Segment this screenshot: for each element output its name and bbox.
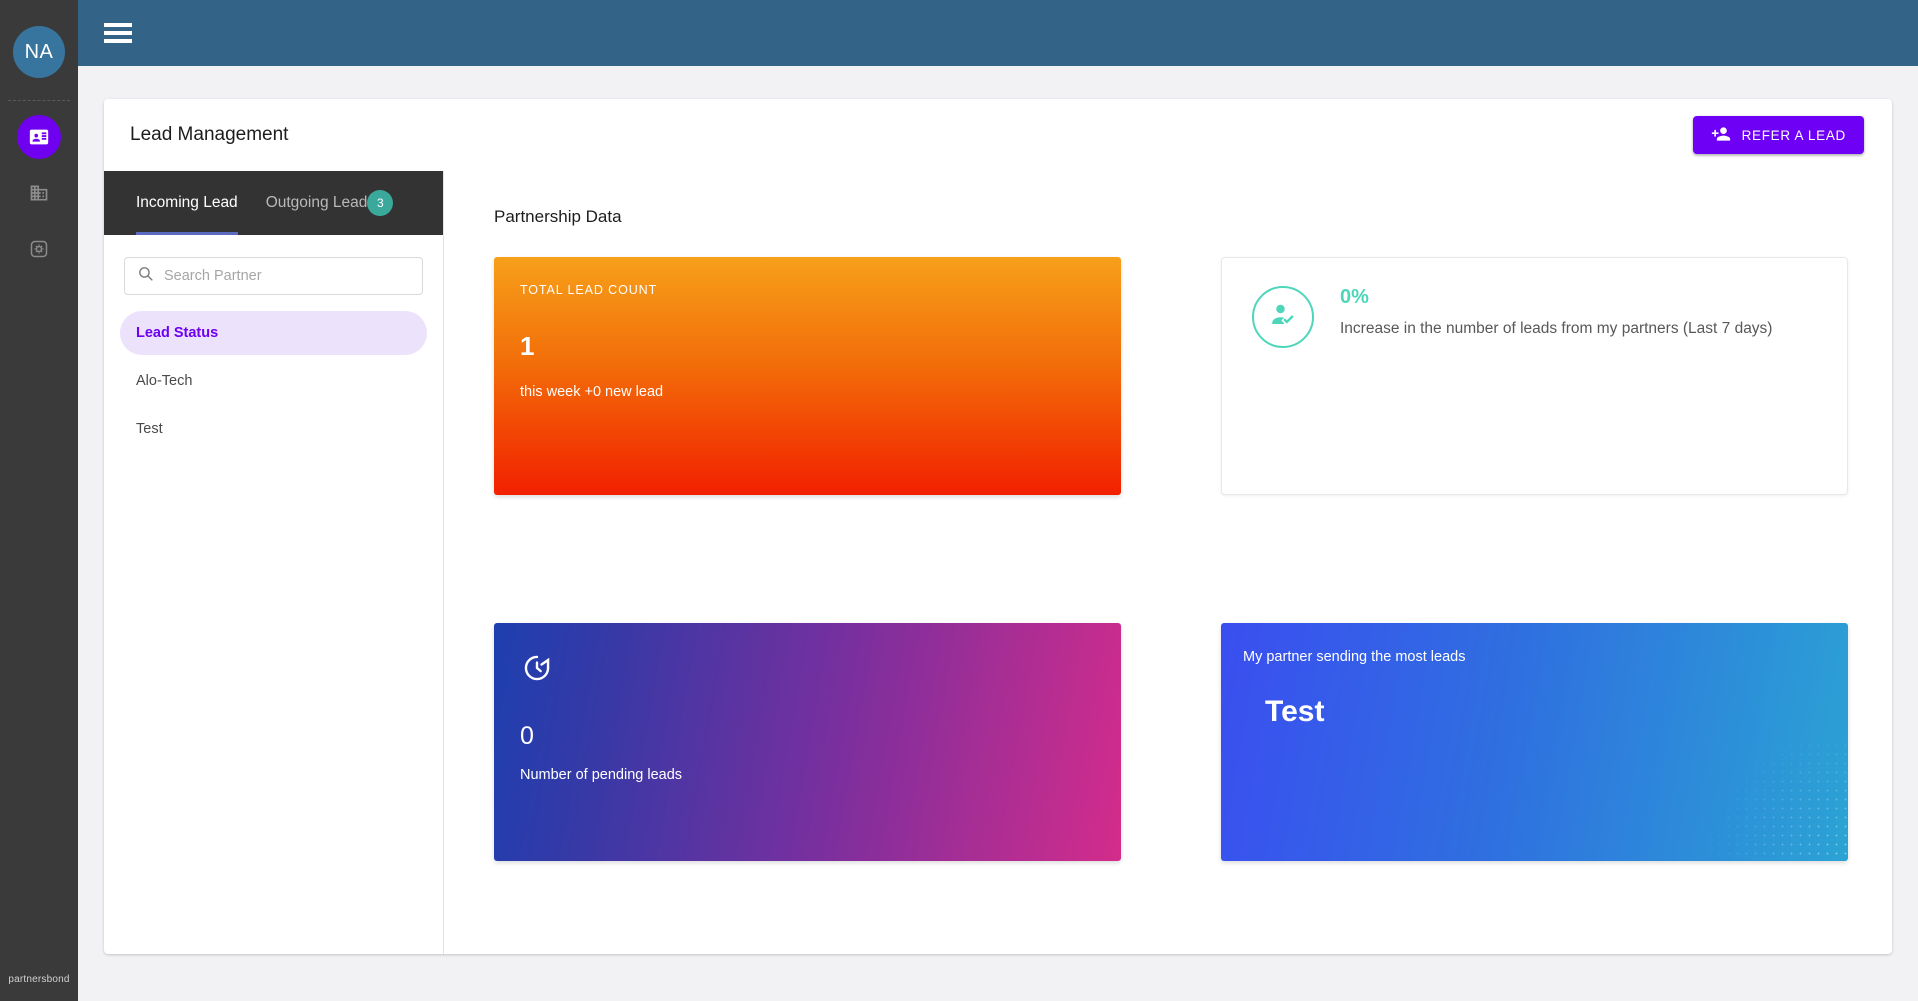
refer-a-lead-label: REFER A LEAD (1741, 127, 1846, 143)
building-icon (29, 183, 49, 203)
avatar[interactable]: NA (13, 26, 65, 78)
partner-item-label: Alo-Tech (136, 373, 193, 389)
content-panel: Lead Management REFER A LEAD Incoming Le… (104, 99, 1892, 954)
top-partner-card: My partner sending the most leads Test (1221, 623, 1848, 861)
rail-item-companies[interactable] (17, 171, 61, 215)
partner-item-lead-status[interactable]: Lead Status (120, 311, 427, 355)
top-partner-label: My partner sending the most leads (1243, 649, 1466, 665)
search-area (104, 235, 443, 295)
person-add-icon (1711, 124, 1731, 147)
panel-header: Lead Management REFER A LEAD (104, 99, 1892, 171)
partner-list: Lead Status Alo-Tech Test (104, 295, 443, 451)
tab-incoming-lead[interactable]: Incoming Lead (122, 171, 252, 235)
total-lead-count-value: 1 (520, 331, 535, 361)
partnership-data-area: Partnership Data TOTAL LEAD COUNT 1 this… (444, 171, 1892, 954)
tab-badge-count: 3 (367, 190, 394, 216)
panel-main: Incoming Lead Outgoing Lead 3 Search Par… (104, 171, 1892, 954)
pending-leads-label: Number of pending leads (520, 767, 683, 783)
lead-increase-text: 0% Increase in the number of leads from … (1340, 286, 1772, 338)
section-title: Partnership Data (494, 207, 622, 226)
tab-outgoing-lead[interactable]: Outgoing Lead 3 (252, 171, 394, 235)
lead-increase-card: 0% Increase in the number of leads from … (1221, 257, 1848, 495)
partner-item-label: Lead Status (136, 325, 219, 341)
top-bar (78, 0, 1918, 66)
tab-incoming-lead-label: Incoming Lead (136, 194, 238, 211)
partner-item-alo-tech[interactable]: Alo-Tech (120, 359, 427, 403)
decorative-dot-pattern (1688, 741, 1848, 861)
pending-leads-value: 0 (520, 722, 534, 750)
partner-sidebar: Incoming Lead Outgoing Lead 3 Search Par… (104, 171, 444, 954)
hamburger-menu-icon[interactable] (104, 23, 132, 43)
pending-leads-card: 0 Number of pending leads (494, 623, 1121, 861)
rail-divider (8, 100, 70, 101)
total-lead-count-label: TOTAL LEAD COUNT (520, 283, 658, 297)
tab-outgoing-lead-label: Outgoing Lead (265, 194, 368, 211)
top-partner-name: Test (1265, 695, 1325, 728)
lead-increase-description: Increase in the number of leads from my … (1340, 320, 1773, 337)
partner-item-label: Test (136, 421, 163, 437)
brand-label: partnersbond (8, 974, 70, 985)
page-body: Lead Management REFER A LEAD Incoming Le… (78, 66, 1918, 1001)
contact-card-icon (28, 126, 50, 148)
rail-item-settings[interactable] (17, 227, 61, 271)
stat-card-grid: TOTAL LEAD COUNT 1 this week +0 new lead (494, 257, 1848, 861)
partner-item-test[interactable]: Test (120, 407, 427, 451)
rail-item-contacts[interactable] (17, 115, 61, 159)
lead-increase-percent: 0% (1340, 286, 1369, 308)
history-clock-icon (520, 655, 554, 689)
search-partner-box[interactable] (124, 257, 423, 295)
person-check-icon (1268, 300, 1298, 335)
search-icon (137, 265, 154, 287)
rail-icon-group (17, 115, 61, 271)
lead-direction-tabs: Incoming Lead Outgoing Lead 3 (104, 171, 443, 235)
refer-a-lead-button[interactable]: REFER A LEAD (1692, 116, 1864, 154)
total-lead-count-sub: this week +0 new lead (520, 384, 664, 400)
search-input[interactable] (164, 268, 410, 284)
settings-gear-icon (29, 239, 49, 259)
person-check-ring (1252, 286, 1314, 348)
left-rail: NA partnersbond (0, 0, 78, 1001)
page-title: Lead Management (130, 124, 289, 145)
total-lead-count-card: TOTAL LEAD COUNT 1 this week +0 new lead (494, 257, 1121, 495)
app-root: NA partnersbond Lead Management REFER A … (0, 0, 1918, 1001)
